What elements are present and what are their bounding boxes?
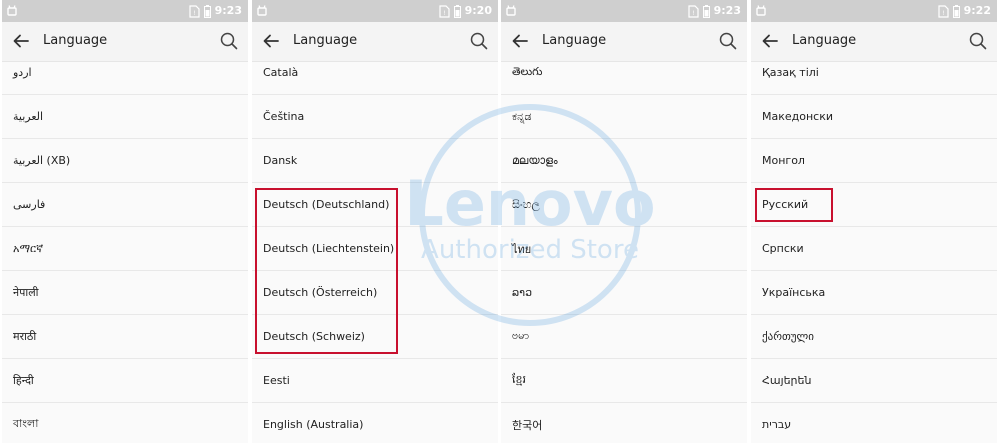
sim-icon: !	[189, 4, 200, 18]
back-arrow-icon[interactable]	[261, 31, 281, 51]
language-screen-1: ! 9:23 Language اردو العربية العربية (XB…	[2, 0, 248, 443]
search-icon[interactable]	[219, 31, 239, 51]
back-arrow-icon[interactable]	[11, 31, 31, 51]
search-icon[interactable]	[718, 31, 738, 51]
android-notification-icon	[506, 5, 516, 16]
status-time: 9:20	[464, 4, 492, 17]
language-item-lao[interactable]: ລາວ	[501, 271, 747, 315]
language-item-telugu[interactable]: తెలుగు	[501, 51, 747, 95]
language-item-kannada[interactable]: ಕನ್ನಡ	[501, 95, 747, 139]
language-item-english-australia[interactable]: English (Australia)	[252, 403, 498, 443]
language-item-german-austria[interactable]: Deutsch (Österreich)	[252, 271, 498, 315]
language-item-amharic[interactable]: አማርኛ	[2, 227, 248, 271]
status-bar: ! 9:22	[751, 0, 997, 22]
language-item-nepali[interactable]: नेपाली	[2, 271, 248, 315]
search-icon[interactable]	[469, 31, 489, 51]
language-item-korean[interactable]: 한국어	[501, 403, 747, 443]
search-icon[interactable]	[968, 31, 988, 51]
status-time: 9:22	[963, 4, 991, 17]
back-arrow-icon[interactable]	[760, 31, 780, 51]
status-bar: ! 9:23	[501, 0, 747, 22]
language-item-ukrainian[interactable]: Українська	[751, 271, 997, 315]
screenshot-collage: ! 9:23 Language اردو العربية العربية (XB…	[0, 0, 1000, 443]
language-item-german-switzerland[interactable]: Deutsch (Schweiz)	[252, 315, 498, 359]
svg-text:!: !	[443, 10, 445, 17]
language-item-urdu[interactable]: اردو	[2, 51, 248, 95]
language-item-khmer[interactable]: ខ្មែរ	[501, 359, 747, 403]
battery-icon	[203, 4, 211, 18]
language-item-estonian[interactable]: Eesti	[252, 359, 498, 403]
android-notification-icon	[257, 5, 267, 16]
language-item-armenian[interactable]: Հայերեն	[751, 359, 997, 403]
language-item-arabic-xb[interactable]: العربية (XB)	[2, 139, 248, 183]
page-title: Language	[43, 33, 108, 48]
language-item-serbian[interactable]: Српски	[751, 227, 997, 271]
language-item-russian[interactable]: Русский	[751, 183, 997, 227]
language-item-georgian[interactable]: ქართული	[751, 315, 997, 359]
language-item-bengali[interactable]: বাংলা	[2, 403, 248, 443]
battery-icon	[952, 4, 960, 18]
status-bar: ! 9:20	[252, 0, 498, 22]
language-item-mongolian[interactable]: Монгол	[751, 139, 997, 183]
language-item-malayalam[interactable]: മലയാളം	[501, 139, 747, 183]
language-item-hindi[interactable]: हिन्दी	[2, 359, 248, 403]
page-title: Language	[792, 33, 857, 48]
language-item-danish[interactable]: Dansk	[252, 139, 498, 183]
svg-text:!: !	[692, 10, 694, 17]
status-bar: ! 9:23	[2, 0, 248, 22]
back-arrow-icon[interactable]	[510, 31, 530, 51]
language-list: Català Čeština Dansk Deutsch (Deutschlan…	[252, 51, 498, 443]
language-item-macedonian[interactable]: Македонски	[751, 95, 997, 139]
status-time: 9:23	[214, 4, 242, 17]
language-screen-2: ! 9:20 Language Català Čeština Dansk Deu…	[252, 0, 498, 443]
language-item-marathi[interactable]: मराठी	[2, 315, 248, 359]
language-screen-3: ! 9:23 Language తెలుగు ಕನ್ನಡ മലയാളം සිංහ…	[501, 0, 747, 443]
android-notification-icon	[7, 5, 17, 16]
language-item-czech[interactable]: Čeština	[252, 95, 498, 139]
language-item-persian[interactable]: فارسی	[2, 183, 248, 227]
language-item-burmese[interactable]: ဗမာ	[501, 315, 747, 359]
language-item-german-germany[interactable]: Deutsch (Deutschland)	[252, 183, 498, 227]
language-list: Қазақ тілі Македонски Монгол Русский Срп…	[751, 51, 997, 443]
status-time: 9:23	[713, 4, 741, 17]
language-item-kazakh[interactable]: Қазақ тілі	[751, 51, 997, 95]
language-list: తెలుగు ಕನ್ನಡ മലയാളം සිංහල ไทย ລາວ ဗမာ ខ្…	[501, 51, 747, 443]
language-item-sinhala[interactable]: සිංහල	[501, 183, 747, 227]
sim-icon: !	[439, 4, 450, 18]
sim-icon: !	[688, 4, 699, 18]
language-item-german-liechtenstein[interactable]: Deutsch (Liechtenstein)	[252, 227, 498, 271]
page-title: Language	[293, 33, 358, 48]
battery-icon	[453, 4, 461, 18]
language-item-thai[interactable]: ไทย	[501, 227, 747, 271]
sim-icon: !	[938, 4, 949, 18]
language-list: اردو العربية العربية (XB) فارسی አማርኛ नेप…	[2, 51, 248, 443]
battery-icon	[702, 4, 710, 18]
page-title: Language	[542, 33, 607, 48]
svg-text:!: !	[193, 10, 195, 17]
language-item-catalan[interactable]: Català	[252, 51, 498, 95]
svg-text:!: !	[942, 10, 944, 17]
language-item-hebrew[interactable]: עברית	[751, 403, 997, 443]
language-screen-4: ! 9:22 Language Қазақ тілі Македонски Мо…	[751, 0, 997, 443]
android-notification-icon	[756, 5, 766, 16]
language-item-arabic[interactable]: العربية	[2, 95, 248, 139]
